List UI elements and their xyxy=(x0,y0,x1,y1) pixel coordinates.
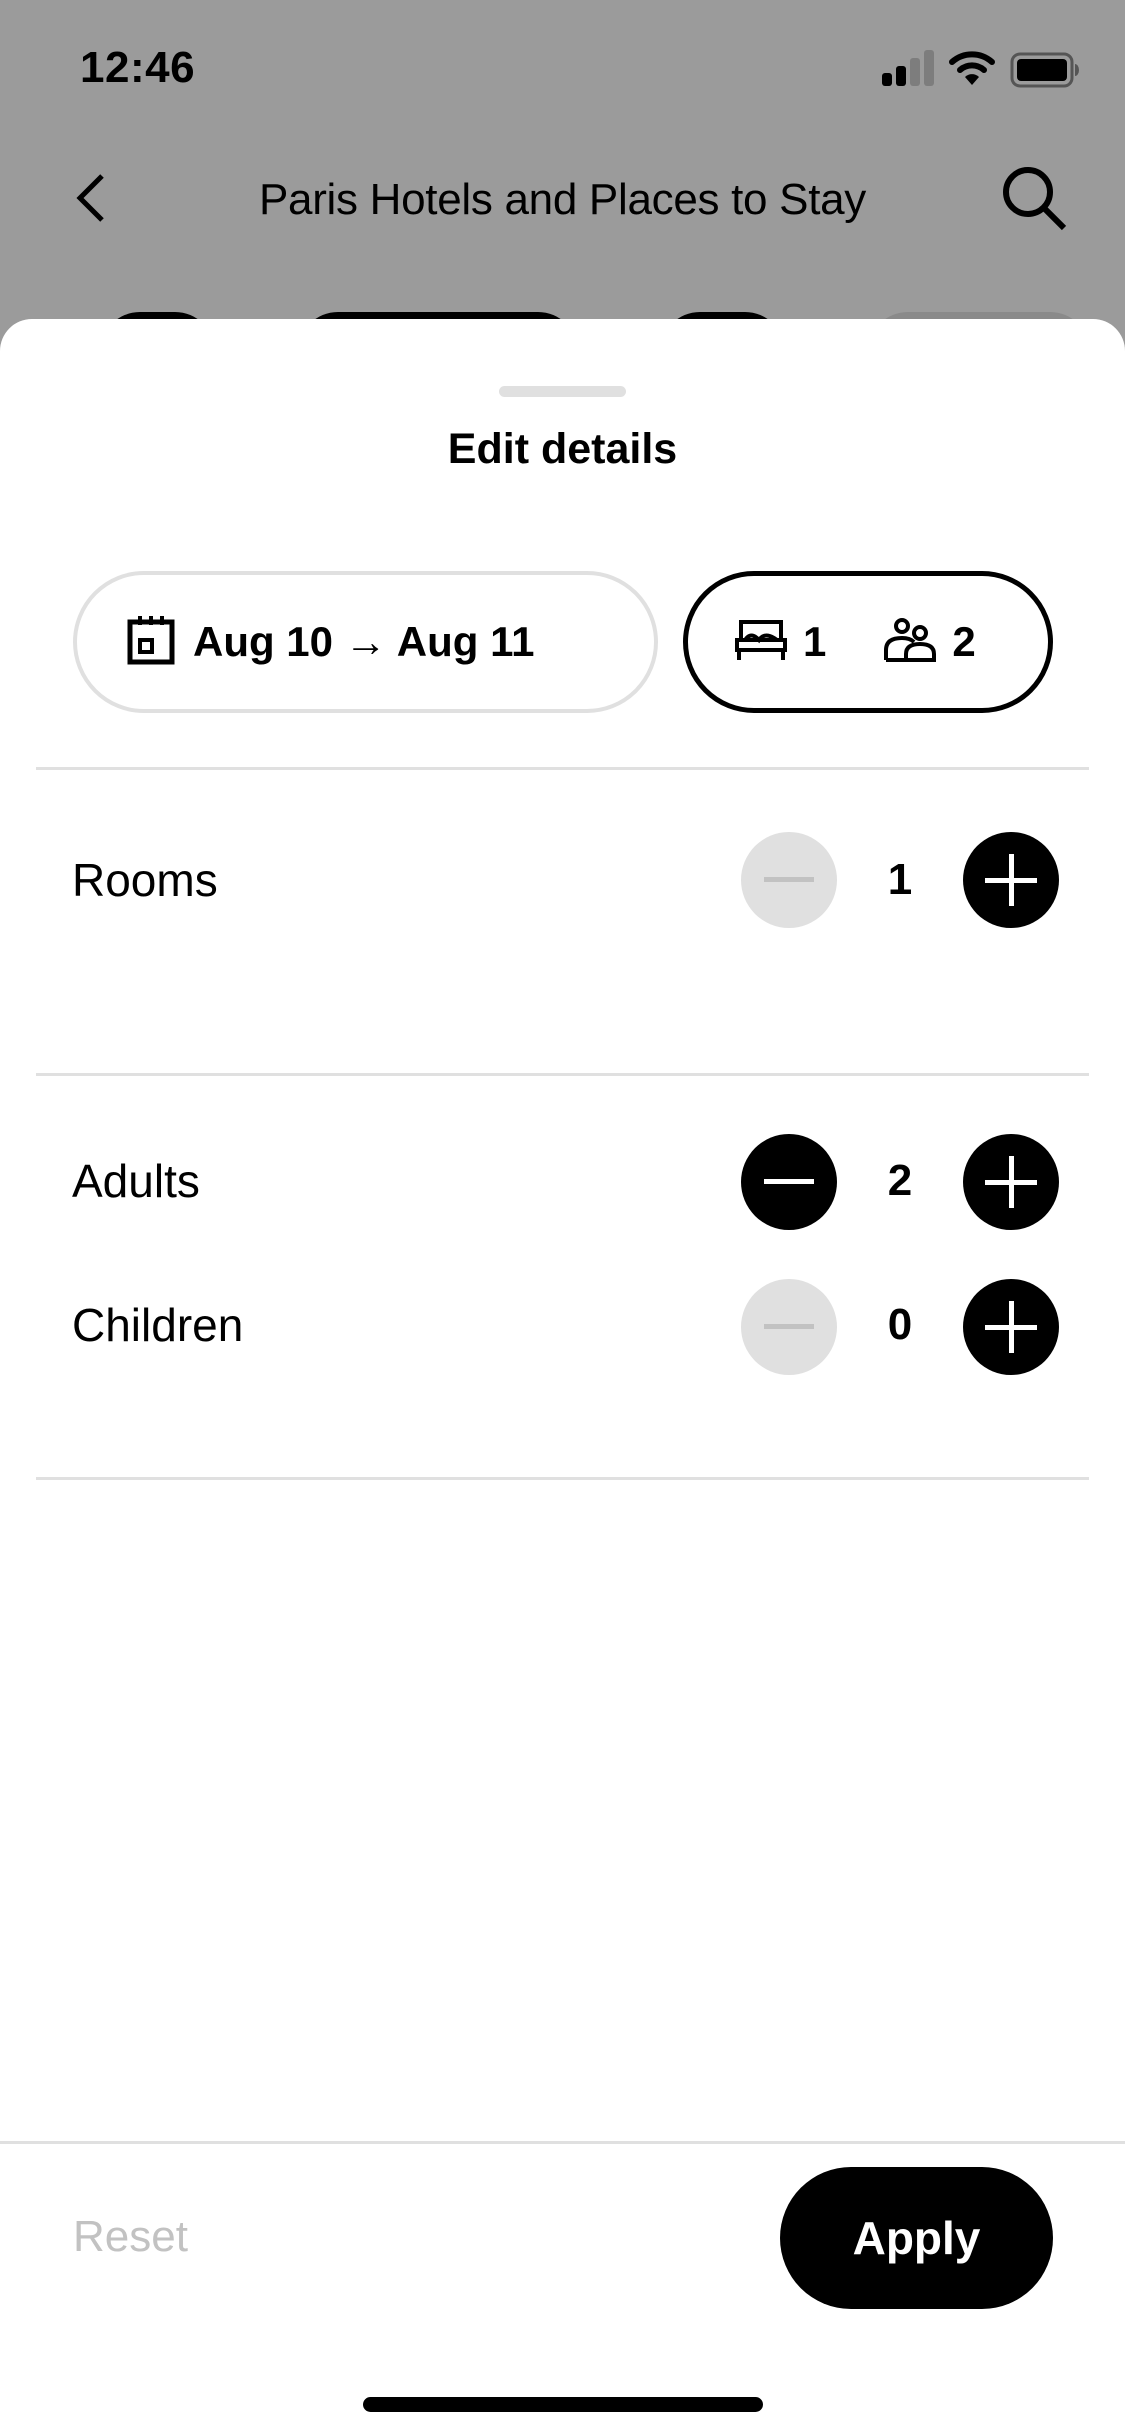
children-value: 0 xyxy=(887,1300,913,1349)
dates-label: Aug 10 → Aug 11 xyxy=(193,618,535,665)
search-icon xyxy=(1003,167,1067,231)
rooms-count: 1 xyxy=(803,618,827,665)
battery-icon xyxy=(1010,52,1080,88)
status-time: 12:46 xyxy=(80,43,196,92)
minus-icon xyxy=(764,1324,814,1329)
footer-divider xyxy=(0,2141,1125,2144)
rooms-label: Rooms xyxy=(72,854,218,906)
divider xyxy=(36,767,1089,770)
dates-pill[interactable]: Aug 10 → Aug 11 xyxy=(73,571,658,713)
bed-icon xyxy=(735,619,787,666)
children-label: Children xyxy=(72,1299,244,1351)
plus-icon xyxy=(985,1156,1037,1208)
adults-decrement-button[interactable] xyxy=(741,1134,837,1230)
apply-button[interactable]: Apply xyxy=(780,2167,1053,2309)
divider xyxy=(36,1073,1089,1076)
reset-button[interactable]: Reset xyxy=(73,2209,188,2265)
sheet-title: Edit details xyxy=(447,425,678,473)
home-indicator[interactable] xyxy=(363,2397,763,2412)
plus-icon xyxy=(985,1301,1037,1353)
guests-pill[interactable]: 1 2 xyxy=(683,571,1053,713)
children-decrement-button[interactable] xyxy=(741,1279,837,1375)
search-button[interactable] xyxy=(996,162,1072,238)
guests-count: 2 xyxy=(952,618,976,665)
adults-value: 2 xyxy=(887,1156,913,1205)
divider xyxy=(36,1477,1089,1480)
calendar-icon xyxy=(127,615,175,670)
plus-icon xyxy=(985,854,1037,906)
drag-handle[interactable] xyxy=(499,386,626,397)
adults-label: Adults xyxy=(72,1155,200,1207)
wifi-icon xyxy=(948,50,996,86)
rooms-value: 1 xyxy=(887,855,913,904)
people-icon xyxy=(884,617,937,667)
signal-icon xyxy=(882,50,934,86)
page-title: Paris Hotels and Places to Stay xyxy=(258,175,866,224)
adults-increment-button[interactable] xyxy=(963,1134,1059,1230)
edit-details-sheet: Edit details Aug 10 → Aug 11 1 2 Rooms 1… xyxy=(0,319,1125,2436)
rooms-increment-button[interactable] xyxy=(963,832,1059,928)
minus-icon xyxy=(764,1179,814,1184)
children-increment-button[interactable] xyxy=(963,1279,1059,1375)
minus-icon xyxy=(764,877,814,882)
rooms-decrement-button[interactable] xyxy=(741,832,837,928)
